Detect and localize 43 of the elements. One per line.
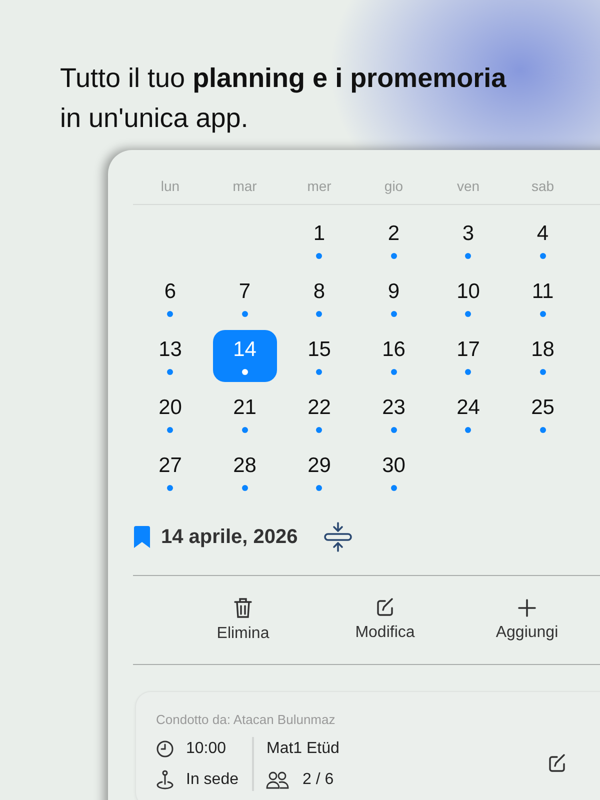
weekday-label: mer — [307, 178, 332, 194]
calendar-day[interactable]: 8 — [287, 272, 352, 324]
headline: Tutto il tuo planning e i promemoria in un'unica app. — [59, 62, 508, 135]
calendar-day[interactable]: 9 — [362, 272, 426, 324]
calendar-day[interactable]: 3 — [436, 214, 500, 266]
calendar-day[interactable]: 11 — [510, 272, 575, 324]
edit-button[interactable]: Modifica — [314, 594, 456, 646]
selected-date: 14 aprile, 2026 — [161, 526, 298, 548]
delete-button[interactable]: Elimina — [172, 593, 314, 647]
event-location: In sede — [186, 770, 238, 788]
calendar-day[interactable]: 23 — [362, 388, 426, 440]
participant-count: 2 / 6 — [302, 770, 334, 788]
calendar-day[interactable]: 21 — [212, 388, 277, 440]
add-button[interactable]: Aggiungi — [456, 594, 598, 646]
calendar-day[interactable]: 28 — [212, 446, 277, 498]
weekday-label: gio — [384, 178, 404, 194]
calendar-day[interactable]: 10 — [436, 272, 500, 324]
calendar-day[interactable]: 1 — [287, 214, 352, 266]
calendar-day[interactable]: 17 — [436, 330, 500, 382]
weekday-label: lun — [160, 178, 180, 194]
event-card[interactable]: Condotto da: Atacan Bulunmaz 10:00 In sede Mat1 Etüd 2 / 6 — [135, 691, 600, 800]
calendar-day[interactable]: 20 — [138, 388, 202, 440]
calendar-day[interactable]: 27 — [138, 446, 202, 498]
calendar-day[interactable]: 24 — [436, 388, 500, 440]
event-time: 10:00 — [186, 740, 226, 758]
calendar-day[interactable]: 15 — [287, 330, 352, 382]
calendar-day[interactable]: 13 — [138, 330, 202, 382]
calendar-day[interactable]: 6 — [138, 272, 202, 324]
calendar-day[interactable]: 30 — [362, 446, 426, 498]
calendar-day[interactable]: 7 — [212, 272, 277, 324]
calendar-day[interactable]: 16 — [362, 330, 426, 382]
weekday-label: mar — [232, 178, 257, 194]
calendar-day[interactable]: 14 — [212, 330, 277, 382]
calendar-day[interactable]: 29 — [287, 446, 352, 498]
event-title: Mat1 Etüd — [266, 740, 340, 758]
weekday-label: sab — [531, 178, 554, 194]
host-label: Condotto da: Atacan Bulunmaz — [156, 712, 336, 727]
calendar-day[interactable]: 22 — [287, 388, 352, 440]
calendar-day[interactable]: 2 — [362, 214, 426, 266]
calendar-day[interactable]: 18 — [510, 330, 575, 382]
weekday-label: ven — [456, 178, 480, 194]
calendar-day[interactable]: 4 — [510, 214, 575, 266]
calendar-day[interactable]: 25 — [510, 388, 575, 440]
